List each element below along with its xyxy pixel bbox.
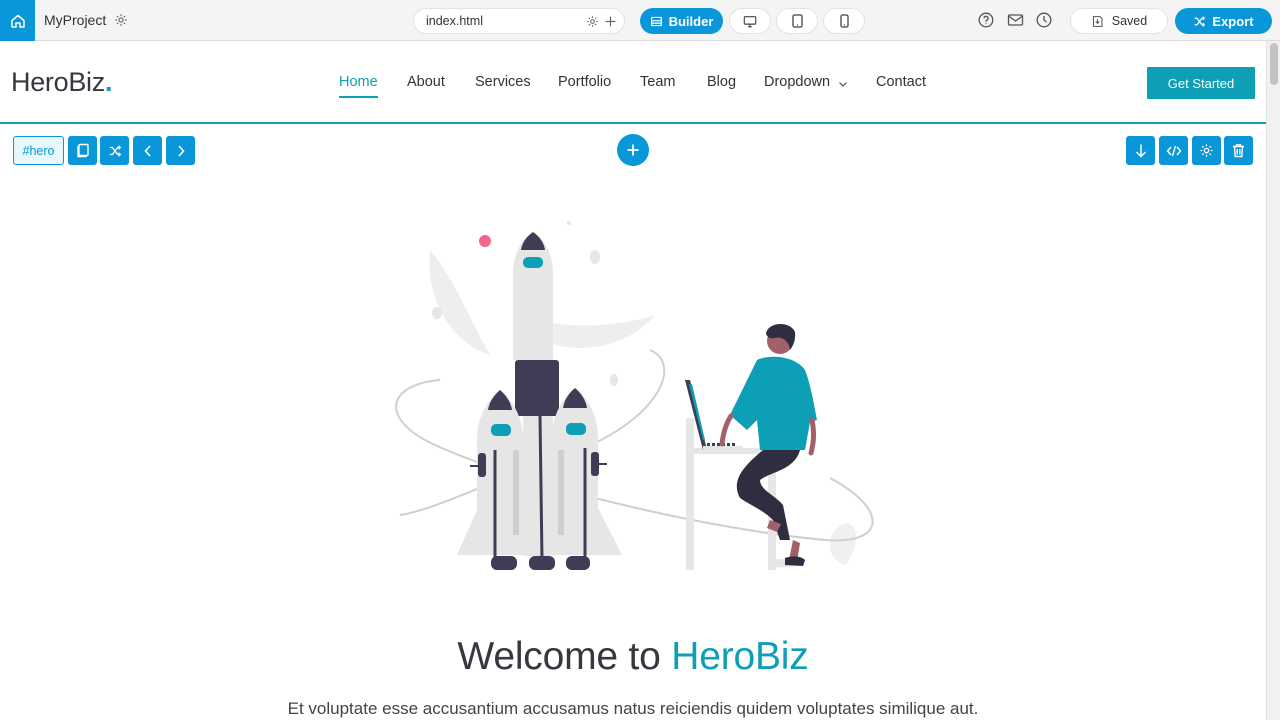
nav-link-services[interactable]: Services (475, 74, 531, 90)
section-settings-button[interactable] (1192, 136, 1221, 165)
gear-icon[interactable] (586, 15, 599, 28)
copy-icon (76, 143, 89, 158)
hero-illustration (395, 221, 874, 570)
export-button[interactable]: Export (1175, 8, 1272, 34)
help-icon[interactable] (978, 12, 994, 28)
scrollbar-thumb[interactable] (1270, 43, 1278, 85)
history-icon[interactable] (1036, 12, 1052, 28)
gear-icon (1200, 144, 1213, 157)
page-scrollbar[interactable] (1266, 41, 1280, 720)
next-section-button[interactable] (166, 136, 195, 165)
hero-title: Welcome to HeroBiz (0, 635, 1266, 679)
home-icon (10, 14, 25, 28)
shuffle-icon (109, 144, 121, 157)
nav-link-blog[interactable]: Blog (707, 74, 736, 90)
nav-link-team[interactable]: Team (640, 74, 675, 90)
chevron-right-icon (177, 144, 185, 157)
nav-link-contact[interactable]: Contact (876, 74, 926, 90)
file-name: index.html (426, 14, 483, 28)
mobile-view-button[interactable] (823, 8, 865, 34)
shuffle-section-button[interactable] (100, 136, 129, 165)
chevron-left-icon (143, 144, 151, 157)
saved-label: Saved (1111, 14, 1148, 28)
plus-icon (627, 144, 639, 156)
previous-section-button[interactable] (133, 136, 162, 165)
shuffle-icon (1195, 15, 1206, 27)
desktop-view-button[interactable] (729, 8, 771, 34)
code-icon (1166, 145, 1181, 156)
logo-text: HeroBiz (11, 67, 105, 97)
home-button[interactable] (0, 0, 35, 41)
builder-toolbar: MyProject index.html Builder Saved Expor… (0, 0, 1280, 41)
tablet-icon (791, 14, 803, 28)
nav-link-home[interactable]: Home (339, 74, 378, 98)
desktop-icon (743, 15, 757, 27)
get-started-button[interactable]: Get Started (1147, 67, 1255, 99)
builder-label: Builder (668, 13, 714, 29)
mail-icon[interactable] (1007, 12, 1024, 28)
add-section-button[interactable] (617, 134, 649, 166)
saved-button[interactable]: Saved (1070, 8, 1168, 34)
trash-icon (1233, 144, 1244, 158)
file-selector[interactable]: index.html (413, 8, 625, 34)
delete-section-button[interactable] (1224, 136, 1253, 165)
chevron-down-icon[interactable] (838, 80, 848, 88)
code-view-button[interactable] (1159, 136, 1188, 165)
project-name[interactable]: MyProject (44, 12, 106, 28)
nav-link-about[interactable]: About (407, 74, 445, 90)
layers-icon (650, 16, 662, 26)
logo-dot: . (104, 67, 113, 97)
site-header: HeroBiz. Home About Services Portfolio T… (0, 41, 1266, 124)
hero-title-prefix: Welcome to (457, 635, 672, 678)
save-icon (1092, 15, 1103, 27)
builder-button[interactable]: Builder (640, 8, 723, 34)
hero-title-accent: HeroBiz (671, 635, 809, 678)
section-id-tag[interactable]: #hero (13, 136, 64, 165)
site-logo[interactable]: HeroBiz. (11, 67, 112, 98)
gear-icon[interactable] (114, 13, 128, 27)
tablet-view-button[interactable] (776, 8, 818, 34)
arrow-down-icon (1135, 144, 1146, 158)
plus-icon[interactable] (604, 15, 617, 28)
nav-link-portfolio[interactable]: Portfolio (558, 74, 611, 90)
duplicate-section-button[interactable] (68, 136, 97, 165)
hero-subtitle: Et voluptate esse accusantium accusamus … (287, 699, 979, 718)
export-label: Export (1212, 13, 1254, 29)
mobile-icon (839, 14, 849, 28)
nav-link-dropdown[interactable]: Dropdown (764, 74, 830, 90)
download-section-button[interactable] (1126, 136, 1155, 165)
